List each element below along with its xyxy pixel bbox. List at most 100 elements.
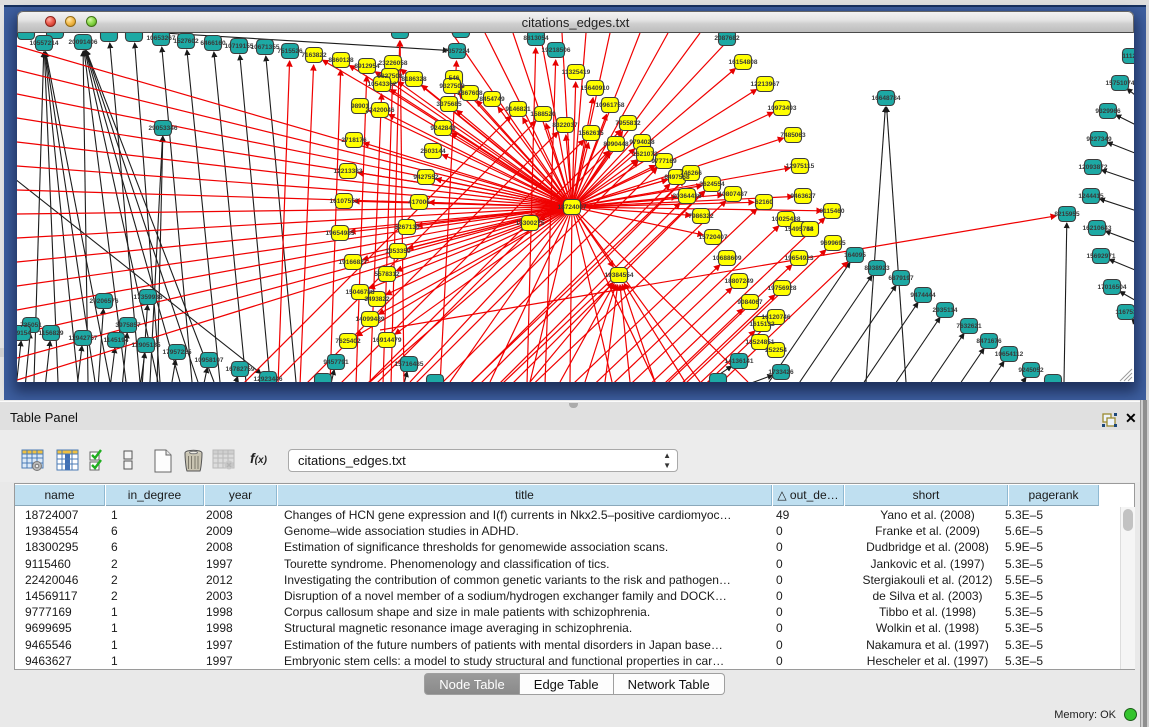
svg-text:1562615: 1562615 [578, 130, 604, 137]
svg-text:9115460: 9115460 [820, 208, 845, 215]
svg-text:16120746: 16120746 [762, 314, 791, 321]
svg-text:2935114: 2935114 [933, 307, 958, 314]
svg-text:19756928: 19756928 [768, 285, 797, 292]
svg-text:9146821: 9146821 [505, 106, 531, 113]
svg-text:11123: 11123 [1122, 53, 1134, 60]
svg-text:15751074: 15751074 [1106, 80, 1134, 87]
svg-text:19654985: 19654985 [326, 230, 355, 237]
svg-text:18807249: 18807249 [725, 278, 754, 285]
svg-text:8813054: 8813054 [523, 35, 549, 42]
svg-text:10543362: 10543362 [368, 81, 397, 88]
svg-text:8454749: 8454749 [479, 96, 505, 103]
svg-text:9474444: 9474444 [910, 292, 936, 299]
svg-text:746266: 746266 [680, 170, 702, 177]
svg-text:9227349: 9227349 [1086, 136, 1112, 143]
svg-text:9327508: 9327508 [439, 83, 465, 90]
svg-text:8215955: 8215955 [1054, 211, 1080, 218]
svg-text:9777169: 9777169 [651, 158, 677, 165]
svg-text:14099489: 14099489 [356, 316, 385, 323]
svg-text:17957225: 17957225 [163, 349, 192, 356]
svg-text:19654923: 19654923 [785, 255, 814, 262]
svg-text:12213967: 12213967 [751, 81, 780, 88]
svg-text:16648784: 16648784 [872, 95, 901, 102]
svg-text:6466160: 6466160 [200, 40, 226, 47]
svg-text:7163822: 7163822 [301, 52, 327, 59]
svg-text:9794028: 9794028 [629, 139, 655, 146]
svg-text:15640910: 15640910 [581, 85, 610, 92]
svg-text:15046788: 15046788 [346, 289, 375, 296]
svg-text:2603144: 2603144 [420, 148, 446, 155]
svg-text:16154808: 16154808 [729, 59, 758, 66]
svg-text:3375685: 3375685 [436, 101, 462, 108]
svg-text:19166827: 19166827 [339, 259, 368, 266]
svg-text:12942757: 12942757 [69, 335, 98, 342]
svg-text:10025438: 10025438 [772, 216, 801, 223]
svg-text:22420046: 22420046 [366, 107, 395, 114]
svg-text:18724007: 18724007 [558, 204, 587, 211]
svg-text:14136141: 14136141 [725, 358, 754, 365]
svg-text:8938923: 8938923 [864, 265, 890, 272]
svg-text:3624554: 3624554 [699, 181, 725, 188]
svg-text:9457791: 9457791 [323, 359, 349, 366]
svg-text:10557214: 10557214 [30, 40, 59, 47]
svg-text:3975857: 3975857 [115, 322, 141, 329]
svg-text:7632621: 7632621 [956, 323, 982, 330]
svg-text:3493822: 3493822 [364, 296, 390, 303]
svg-text:15716485: 15716485 [395, 361, 424, 368]
svg-text:12905135: 12905135 [132, 342, 161, 349]
svg-text:16107553: 16107553 [330, 198, 359, 205]
svg-text:44: 44 [806, 226, 814, 233]
svg-text:12213383: 12213383 [334, 168, 363, 175]
svg-text:1615132: 1615132 [749, 321, 775, 328]
svg-text:9242848: 9242848 [430, 125, 456, 132]
svg-text:16210643: 16210643 [1083, 225, 1112, 232]
svg-text:1353359: 1353359 [385, 248, 411, 255]
svg-text:15300275: 15300275 [516, 220, 545, 227]
svg-text:10958107: 10958107 [195, 357, 224, 364]
svg-text:23226058: 23226058 [379, 60, 408, 67]
svg-text:3267130: 3267130 [394, 224, 420, 231]
svg-text:16782759: 16782759 [226, 366, 255, 373]
svg-text:9329966: 9329966 [1095, 108, 1121, 115]
svg-text:7625402: 7625402 [335, 338, 361, 345]
svg-text:20091406: 20091406 [69, 39, 98, 46]
svg-text:12923446: 12923446 [254, 376, 283, 382]
svg-text:1733426: 1733426 [768, 369, 794, 376]
svg-text:10973493: 10973493 [768, 105, 797, 112]
svg-text:116753: 116753 [1115, 309, 1134, 316]
svg-text:19218506: 19218506 [542, 47, 571, 54]
svg-text:1156829: 1156829 [39, 330, 64, 337]
svg-text:7357224: 7357224 [444, 48, 470, 55]
svg-text:15720407: 15720407 [699, 234, 728, 241]
svg-text:10688609: 10688609 [713, 255, 742, 262]
svg-text:98901: 98901 [351, 103, 369, 110]
svg-text:29053346: 29053346 [149, 125, 178, 132]
svg-text:19384554: 19384554 [605, 272, 634, 279]
svg-text:252254: 252254 [765, 347, 787, 354]
svg-text:12975115: 12975115 [786, 163, 815, 170]
svg-text:8860128: 8860128 [328, 57, 354, 64]
svg-text:7485063: 7485063 [780, 132, 806, 139]
svg-text:39154: 39154 [17, 330, 31, 337]
svg-text:164095: 164095 [844, 252, 866, 259]
svg-text:10653267: 10653267 [147, 35, 176, 42]
svg-text:15692971: 15692971 [1087, 253, 1116, 260]
svg-text:20206576: 20206576 [90, 298, 119, 305]
svg-text:10807487: 10807487 [719, 191, 748, 198]
svg-text:1588520: 1588520 [530, 111, 556, 118]
svg-text:8322037: 8322037 [552, 122, 578, 129]
svg-text:11325419: 11325419 [562, 69, 591, 76]
svg-text:7515526: 7515526 [277, 48, 303, 55]
svg-text:2087682: 2087682 [714, 35, 740, 42]
svg-text:20364436: 20364436 [673, 193, 702, 200]
svg-text:8912954: 8912954 [354, 63, 380, 70]
svg-text:8990448: 8990448 [603, 141, 629, 148]
svg-text:5578312: 5578312 [374, 271, 400, 278]
svg-text:10719155: 10719155 [225, 43, 254, 50]
svg-text:10654112: 10654112 [995, 351, 1024, 358]
svg-text:417006: 417006 [408, 199, 430, 206]
svg-text:10671355: 10671355 [251, 44, 280, 51]
svg-text:12093872: 12093872 [1079, 164, 1108, 171]
svg-text:16914479: 16914479 [373, 337, 402, 344]
svg-text:2718176: 2718176 [341, 137, 367, 144]
